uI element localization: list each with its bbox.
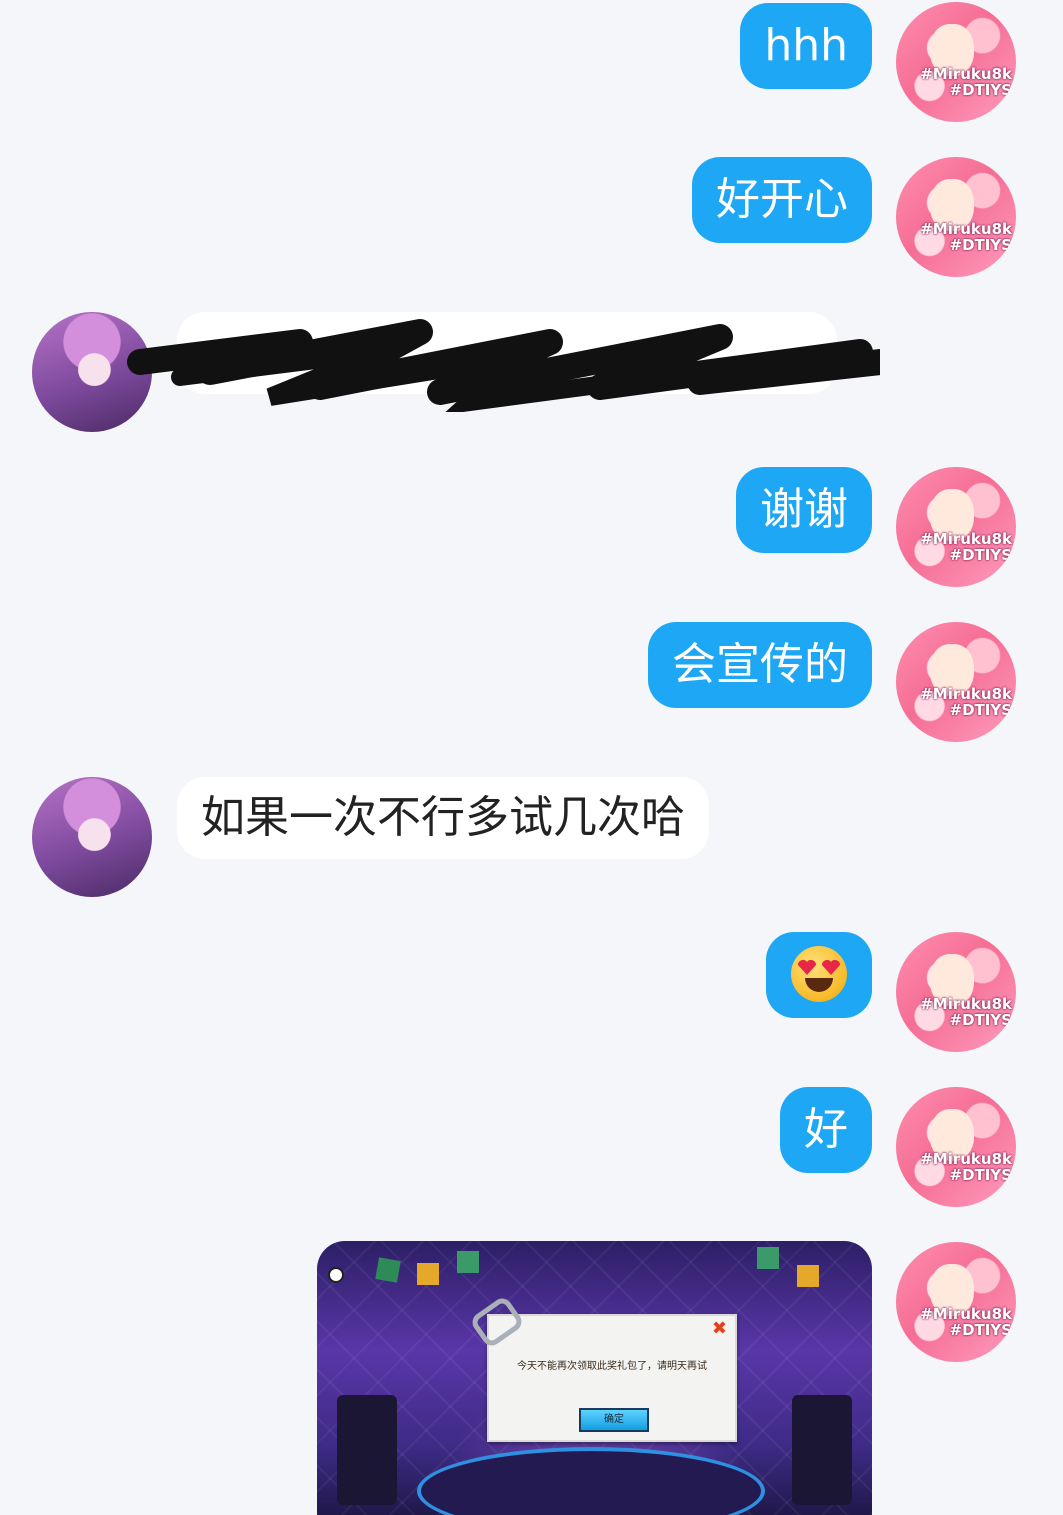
my-avatar[interactable]: #Miruku8k #DTIYS — [896, 1087, 1016, 1207]
avatar-tag: #Miruku8k #DTIYS — [920, 220, 1012, 254]
message-bubble[interactable]: 好开心 — [692, 157, 872, 243]
redaction-scribble — [127, 319, 880, 412]
bunting-flag — [457, 1251, 479, 1273]
message-bubble[interactable]: 会宣传的 — [648, 622, 872, 708]
avatar-tag: #Miruku8k #DTIYS — [920, 995, 1012, 1029]
dialog-message: 今天不能再次领取此奖礼包了，请明天再试 — [517, 1361, 707, 1372]
contact-avatar[interactable] — [32, 777, 152, 897]
bunting-flag — [417, 1263, 439, 1285]
my-avatar[interactable]: #Miruku8k #DTIYS — [896, 1242, 1016, 1362]
message-bubble[interactable]: 谢谢 — [736, 467, 872, 553]
message-bubble[interactable]: 如果一次不行多试几次哈 — [177, 777, 709, 859]
close-x-icon: ✖ — [711, 1318, 727, 1339]
my-avatar[interactable]: #Miruku8k #DTIYS — [896, 932, 1016, 1052]
message-bubble[interactable]: hhh — [740, 3, 872, 89]
image-message[interactable]: ✖ 今天不能再次领取此奖礼包了，请明天再试 确定 — [317, 1241, 872, 1515]
speaker-left — [337, 1395, 397, 1505]
bunting-flag — [375, 1257, 401, 1283]
my-avatar[interactable]: #Miruku8k #DTIYS — [896, 622, 1016, 742]
bunting-flag — [797, 1265, 819, 1287]
avatar-tag: #Miruku8k #DTIYS — [920, 1150, 1012, 1184]
avatar-tag: #Miruku8k #DTIYS — [920, 65, 1012, 99]
record-dot-icon — [328, 1267, 344, 1283]
heart-eyes-emoji-icon — [791, 946, 847, 1002]
my-avatar[interactable]: #Miruku8k #DTIYS — [896, 467, 1016, 587]
dialog-confirm-button: 确定 — [579, 1408, 649, 1432]
my-avatar[interactable]: #Miruku8k #DTIYS — [896, 2, 1016, 122]
my-avatar[interactable]: #Miruku8k #DTIYS — [896, 157, 1016, 277]
emoji-message-bubble[interactable] — [766, 932, 872, 1018]
avatar-tag: #Miruku8k #DTIYS — [920, 1305, 1012, 1339]
avatar-tag: #Miruku8k #DTIYS — [920, 530, 1012, 564]
message-bubble[interactable]: 好 — [780, 1087, 872, 1173]
speaker-right — [792, 1395, 852, 1505]
avatar-tag: #Miruku8k #DTIYS — [920, 685, 1012, 719]
game-dialog: ✖ 今天不能再次领取此奖礼包了，请明天再试 确定 — [468, 1294, 737, 1442]
bunting-flag — [757, 1247, 779, 1269]
